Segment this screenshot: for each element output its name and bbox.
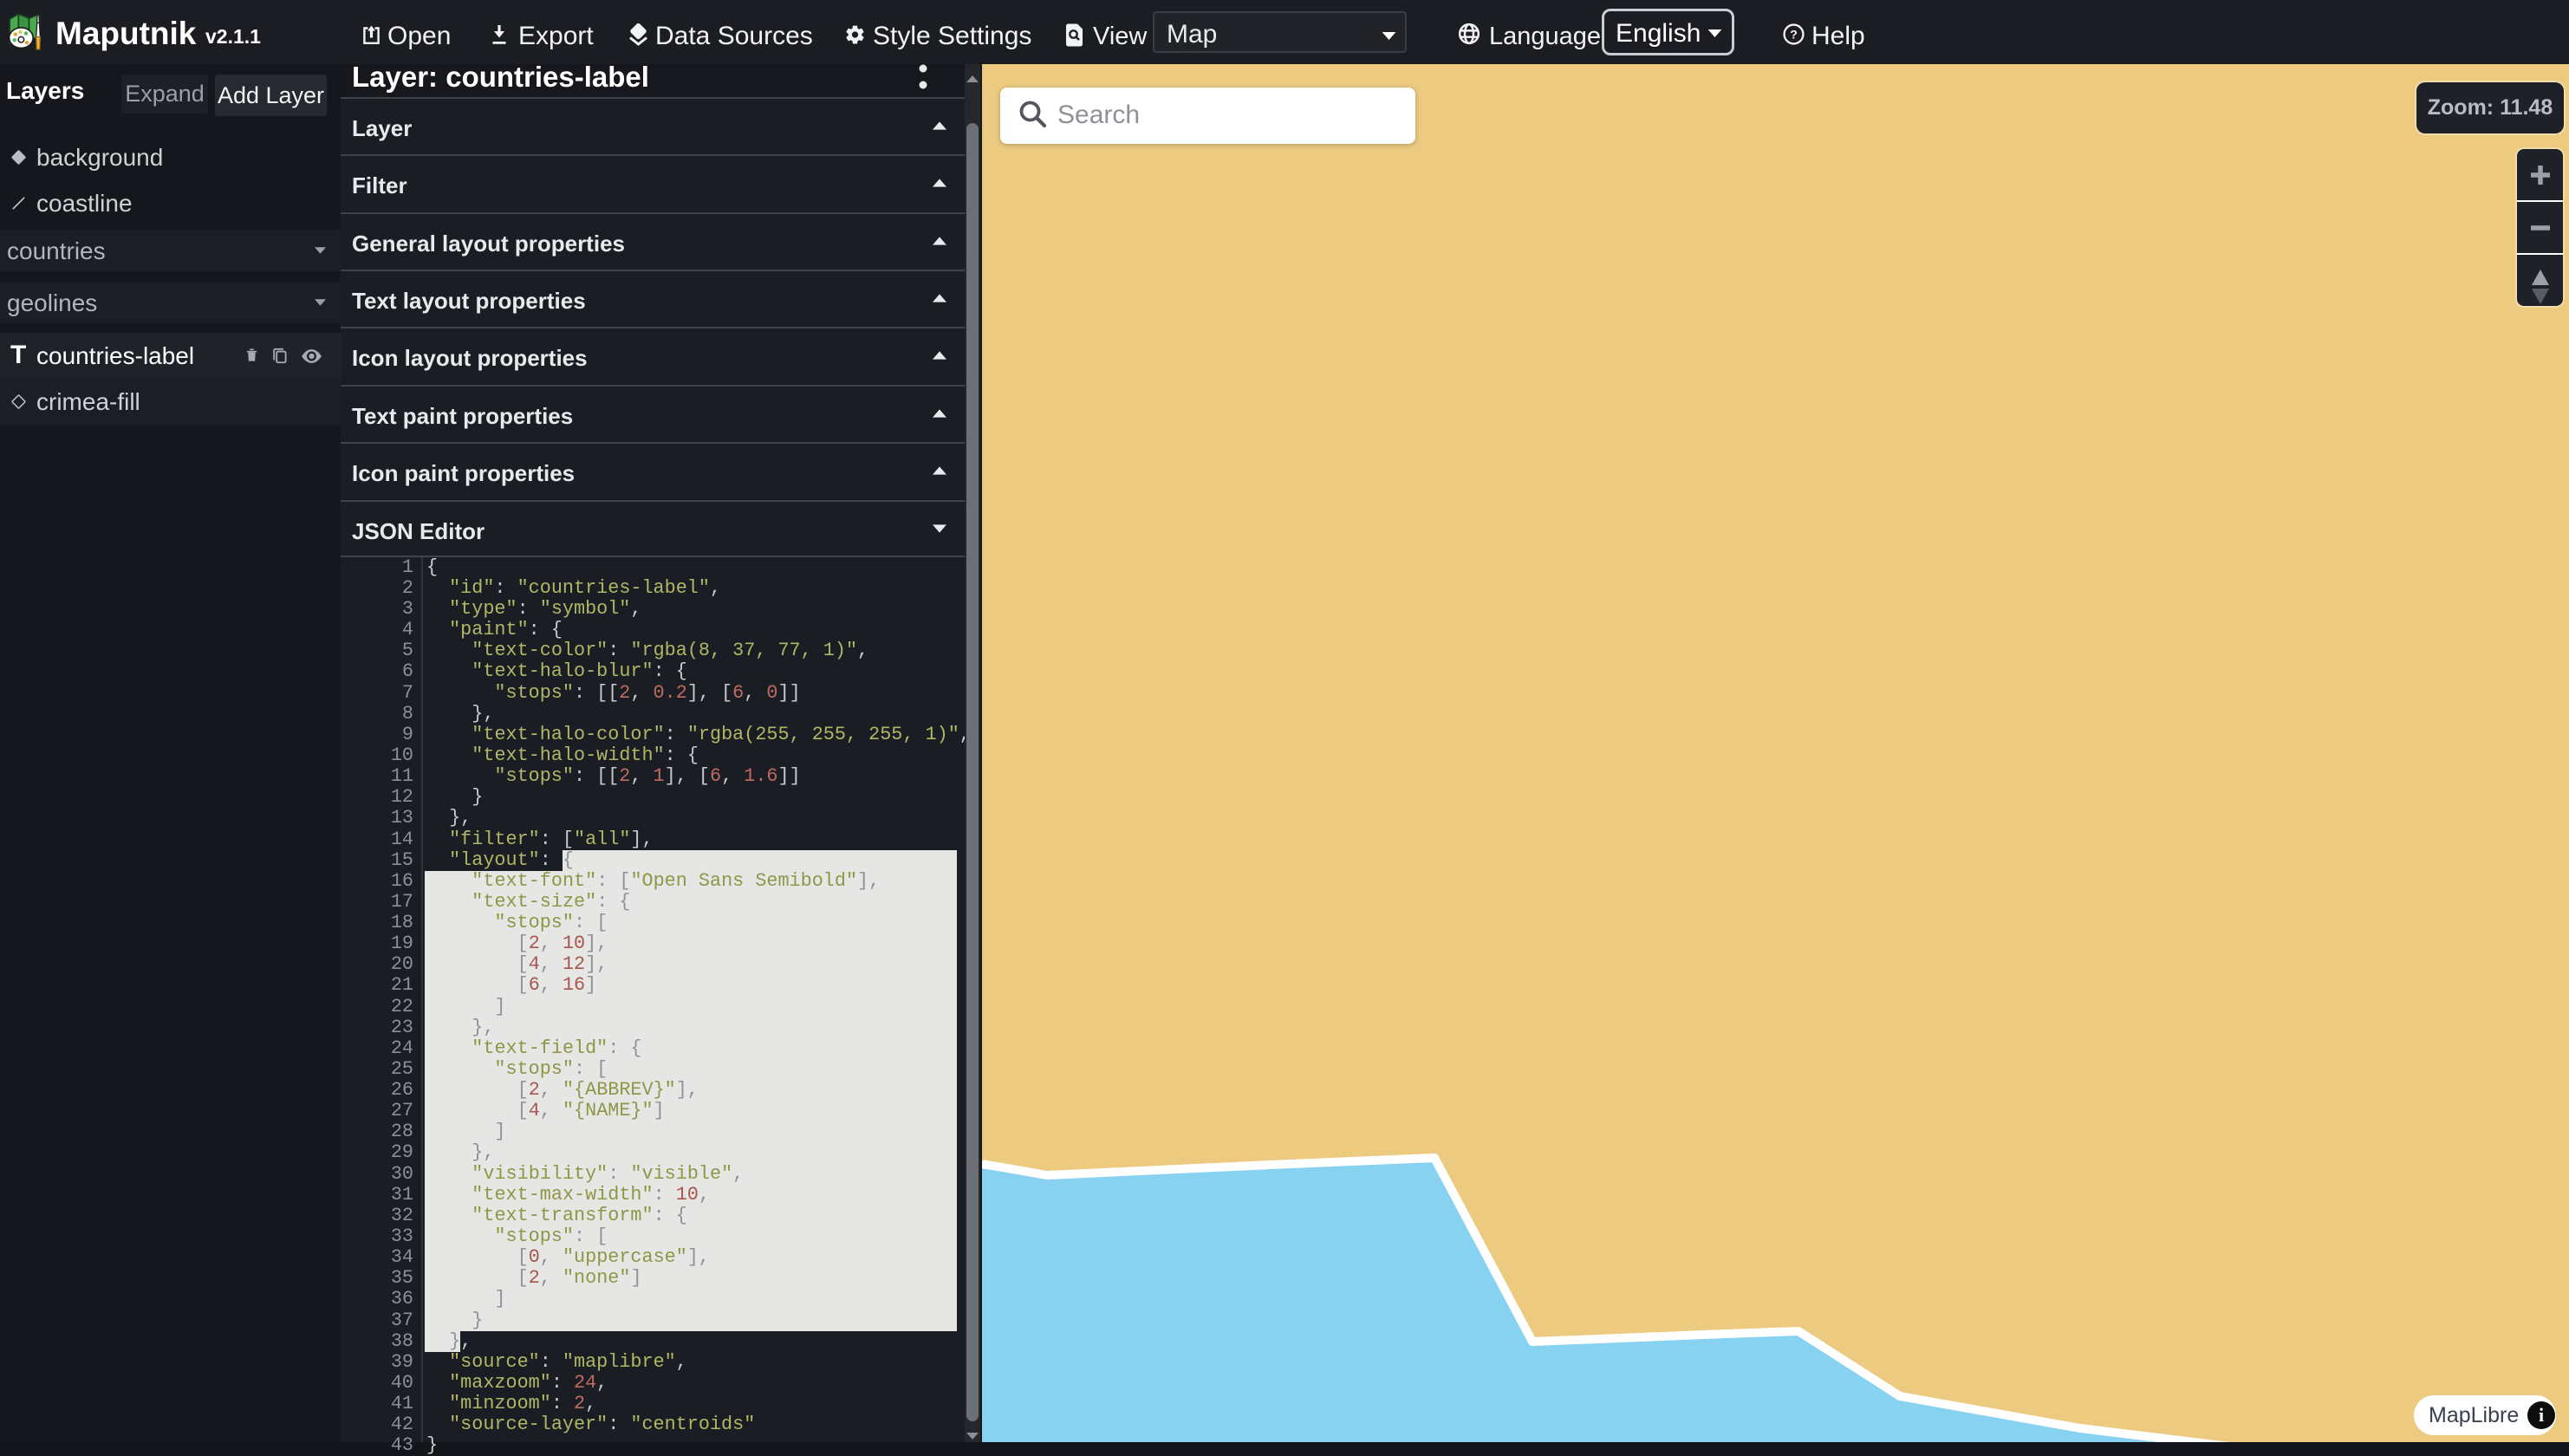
svg-text:?: ? [1790, 27, 1798, 41]
